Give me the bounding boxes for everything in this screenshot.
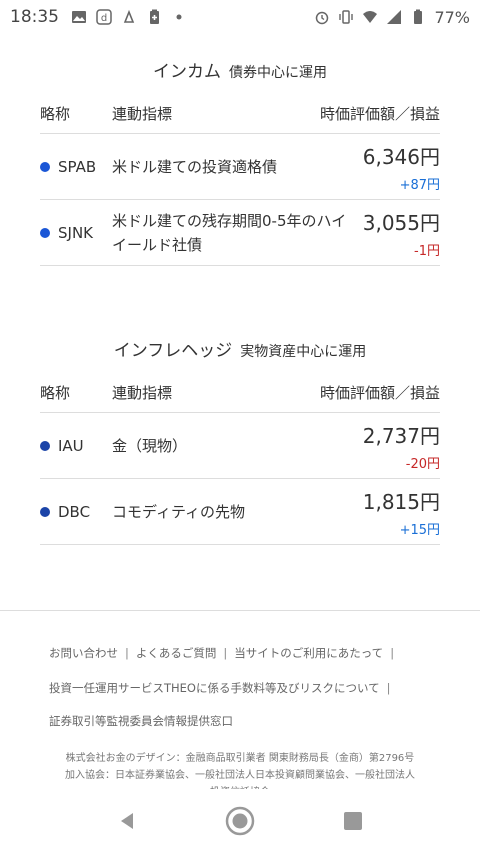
market-value: 2,737円 [362, 423, 440, 448]
footer-divider [0, 610, 480, 611]
index-cell: 米ドル建ての残存期間0-5年のハイイールド社債 [112, 211, 347, 254]
series-dot [40, 440, 50, 451]
separator: | [125, 646, 129, 660]
battery-icon [414, 9, 423, 24]
profit-loss: +87円 [399, 177, 440, 193]
ticker: DBC [58, 502, 91, 521]
ticker: SPAB [58, 157, 97, 176]
market-value: 1,815円 [362, 489, 440, 514]
series-dot [40, 161, 50, 172]
wifi-icon [363, 11, 378, 23]
battery-percent: 77% [434, 7, 470, 27]
footer-links-row-2: 投資一任運用サービスTHEOに係る手数料等及びリスクについて | [49, 680, 398, 696]
notification-icons: d [71, 9, 187, 25]
profit-loss: -1円 [414, 243, 440, 259]
back-button[interactable] [107, 801, 147, 841]
system-status-icons: 77% [314, 8, 470, 27]
header-value: 時価評価額／損益 [319, 105, 440, 123]
ticker: IAU [58, 436, 84, 455]
profit-loss: +15円 [399, 522, 440, 538]
status-time: 18:35 [10, 7, 59, 27]
header-index: 連動指標 [112, 384, 173, 402]
series-dot [40, 227, 50, 238]
index-cell: 米ドル建ての投資適格債 [112, 157, 278, 176]
ticker-cell: SPAB [40, 134, 112, 199]
ticker-cell: SJNK [40, 200, 112, 265]
d-app-icon: d [96, 9, 112, 25]
home-button[interactable] [220, 801, 260, 841]
series-dot [40, 506, 50, 517]
footer-links-row-3: 証券取引等監視委員会情報提供窓口 [49, 713, 233, 729]
company-associations: 加入協会：日本証券業協会、一般社団法人日本投資顧問業協会、一般社団法人 [65, 770, 415, 781]
vibrate-icon [339, 10, 354, 24]
fees-risk-link[interactable]: 投資一任運用サービスTHEOに係る手数料等及びリスクについて [49, 681, 380, 695]
back-icon [120, 813, 133, 829]
ticker: SJNK [58, 223, 94, 242]
home-icon [225, 806, 255, 836]
sesc-link[interactable]: 証券取引等監視委員会情報提供窓口 [49, 714, 233, 728]
holdings-table-inflation-hedge: 略称 連動指標 時価評価額／損益 IAU 金（現物） 2,737円 -20円 D… [40, 373, 440, 545]
contact-link[interactable]: お問い合わせ [49, 646, 118, 660]
header-name: 略称 [40, 105, 71, 123]
profit-loss: -20円 [405, 456, 440, 472]
value-cell: 2,737円 -20円 [363, 413, 440, 478]
terms-link[interactable]: 当サイトのご利用にあたって [234, 646, 383, 660]
table-row: DBC コモディティの先物 1,815円 +15円 [40, 479, 440, 545]
index-cell: 金（現物） [112, 436, 188, 455]
table-header: 略称 連動指標 時価評価額／損益 [40, 373, 440, 413]
index-cell: コモディティの先物 [112, 502, 246, 521]
android-nav-bar [0, 789, 480, 853]
value-cell: 3,055円 -1円 [363, 200, 440, 265]
market-value: 3,055円 [362, 210, 440, 235]
header-value: 時価評価額／損益 [319, 384, 440, 402]
alarm-icon [316, 11, 329, 25]
value-cell: 1,815円 +15円 [363, 479, 440, 544]
header-index: 連動指標 [112, 105, 173, 123]
separator: | [223, 646, 228, 660]
market-value: 6,346円 [362, 144, 440, 169]
section-title: インフレヘッジ [113, 341, 233, 361]
faq-link[interactable]: よくあるご質問 [136, 646, 217, 660]
footer-links-row-1: お問い合わせ | よくあるご質問 | 当サイトのご利用にあたって | [49, 645, 401, 661]
value-cell: 6,346円 +87円 [363, 134, 440, 199]
table-row: SPAB 米ドル建ての投資適格債 6,346円 +87円 [40, 134, 440, 200]
company-registration: 株式会社お金のデザイン：金融商品取引業者 関東財務局長（金商）第2796号 [65, 753, 415, 764]
battery-plus-icon [150, 9, 159, 24]
section-title-income: インカム 債券中心に運用 [0, 57, 480, 82]
recents-button[interactable] [333, 801, 373, 841]
table-row: SJNK 米ドル建ての残存期間0-5年のハイイールド社債 3,055円 -1円 [40, 200, 440, 266]
header-name: 略称 [40, 384, 71, 402]
ticker-cell: DBC [40, 479, 112, 544]
section-title: インカム [153, 62, 221, 82]
table-row: IAU 金（現物） 2,737円 -20円 [40, 413, 440, 479]
recents-icon [344, 812, 363, 830]
section-subtitle: 実物資産中心に運用 [240, 344, 367, 360]
separator: | [390, 646, 395, 660]
separator: | [386, 681, 391, 695]
holdings-table-income: 略称 連動指標 時価評価額／損益 SPAB 米ドル建ての投資適格債 6,346円… [40, 94, 440, 266]
section-title-inflation-hedge: インフレヘッジ 実物資産中心に運用 [0, 336, 480, 361]
gallery-icon [72, 11, 86, 23]
dot-icon [176, 14, 182, 20]
signal-icon [387, 10, 402, 24]
svg-text:d: d [101, 13, 107, 24]
status-bar: 18:35 d 77% [0, 0, 480, 34]
music-icon [123, 9, 135, 23]
ticker-cell: IAU [40, 413, 112, 478]
table-header: 略称 連動指標 時価評価額／損益 [40, 94, 440, 134]
section-subtitle: 債券中心に運用 [229, 65, 327, 81]
